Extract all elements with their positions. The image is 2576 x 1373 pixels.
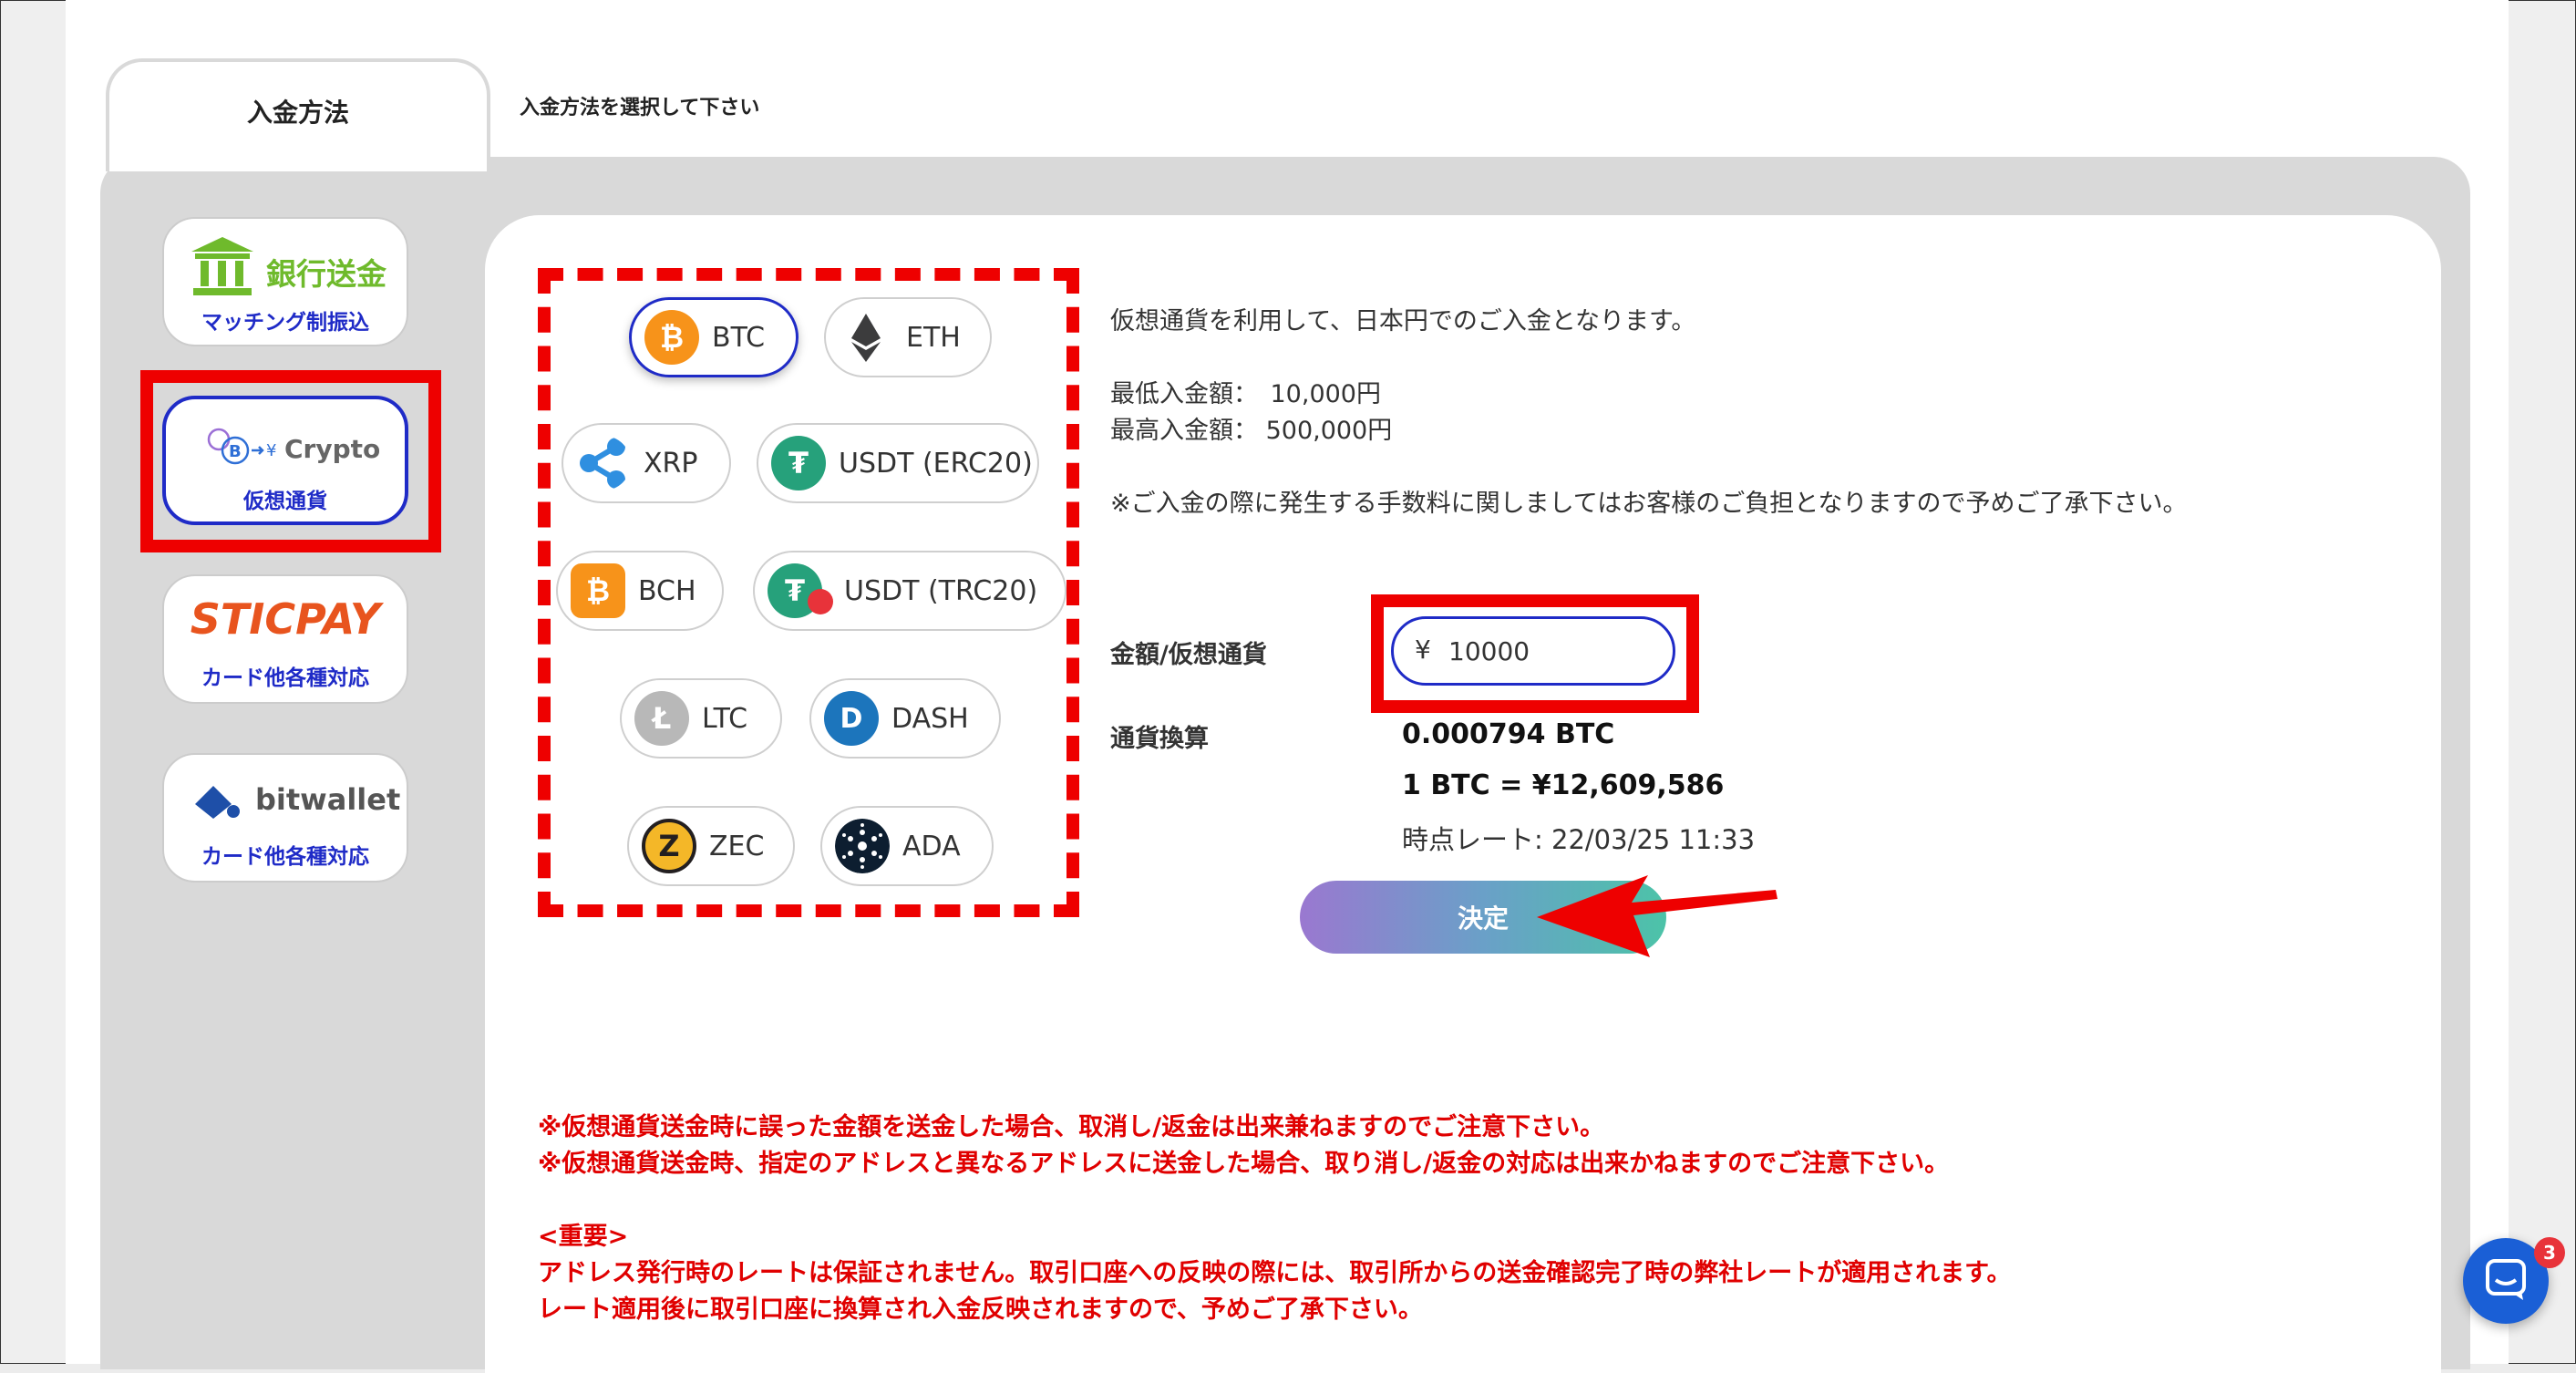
coin-label: USDT (ERC20) xyxy=(839,447,1033,480)
crypto-coins-icon: B ¥ xyxy=(207,428,276,465)
sidebar-item-sticpay[interactable]: STICPAY カード他各種対応 xyxy=(162,574,408,704)
coin-usdt-erc20-button[interactable]: ₮ USDT (ERC20) xyxy=(757,423,1039,503)
chat-unread-badge: 3 xyxy=(2534,1237,2565,1268)
intro-text: 仮想通貨を利用して、日本円でのご入金となります。 xyxy=(1110,307,1696,336)
tether-tron-icon: ₮ xyxy=(768,563,833,618)
sticpay-logo: STICPAY xyxy=(190,594,381,644)
coin-eth-button[interactable]: ETH xyxy=(824,297,992,377)
important-rate-note: アドレス発行時のレートは保証されません。取引口座への反映の際には、取引所からの送… xyxy=(538,1259,2012,1287)
amount-input[interactable] xyxy=(1391,616,1675,686)
converted-amount: 0.000794 BTC xyxy=(1402,718,1615,750)
sidebar-item-label: 仮想通貨 xyxy=(243,490,327,513)
tab-title: 入金方法 xyxy=(246,98,349,128)
coin-ada-button[interactable]: ADA xyxy=(820,806,994,886)
coin-label: DASH xyxy=(891,702,969,735)
sidebar-item-label: カード他各種対応 xyxy=(201,666,369,690)
coin-bch-button[interactable]: ₿ BCH xyxy=(556,551,724,631)
sidebar-item-crypto[interactable]: B ¥ Crypto 仮想通貨 xyxy=(162,396,408,525)
min-amount-text: 最低入金額： 10,000円 xyxy=(1110,380,1381,408)
zcash-icon: Z xyxy=(642,819,696,873)
coin-label: BTC xyxy=(712,321,766,354)
bank-logo-text: 銀行送金 xyxy=(266,256,386,292)
coin-label: XRP xyxy=(644,447,698,480)
important-reflection-note: レート適用後に取引口座に換算され入金反映されますので、予めご了承下さい。 xyxy=(538,1296,1423,1324)
important-heading: <重要> xyxy=(538,1223,629,1251)
currency-symbol: ¥ xyxy=(1415,635,1431,665)
bitcoin-icon: ₿ xyxy=(644,310,699,365)
coin-usdt-trc20-button[interactable]: ₮ USDT (TRC20) xyxy=(753,551,1066,631)
crypto-logo-text: Crypto xyxy=(284,434,381,464)
coin-label: ADA xyxy=(902,830,961,862)
tether-icon: ₮ xyxy=(771,436,826,490)
coin-label: ETH xyxy=(906,321,961,354)
coin-zec-button[interactable]: Z ZEC xyxy=(627,806,795,886)
amount-label: 金額/仮想通貨 xyxy=(1110,641,1267,669)
svg-text:¥: ¥ xyxy=(266,441,276,460)
conversion-label: 通貨換算 xyxy=(1110,725,1209,753)
litecoin-icon: Ł xyxy=(634,691,689,746)
coin-label: USDT (TRC20) xyxy=(844,574,1038,607)
warning-wrong-address: ※仮想通貨送金時、指定のアドレスと異なるアドレスに送金した場合、取り消し/返金の… xyxy=(538,1150,1950,1178)
xrp-icon xyxy=(580,438,625,489)
exchange-rate: 1 BTC = ¥12,609,586 xyxy=(1402,769,1725,801)
tab-deposit-method[interactable]: 入金方法 xyxy=(106,58,490,171)
bank-icon xyxy=(191,237,253,295)
ethereum-icon xyxy=(851,314,881,362)
coin-dash-button[interactable]: D DASH xyxy=(809,678,1001,759)
bitwallet-icon xyxy=(195,786,240,819)
bitwallet-logo: bitwallet xyxy=(255,782,401,817)
chat-icon xyxy=(2486,1259,2526,1300)
sidebar-item-bank-transfer[interactable]: 銀行送金 マッチング制振込 xyxy=(162,217,408,346)
fee-note-text: ※ご入金の際に発生する手数料に関しましてはお客様のご負担となりますので予めご了承… xyxy=(1110,490,2188,518)
annotation-arrow-icon xyxy=(1537,875,1777,957)
coin-label: BCH xyxy=(638,574,696,607)
coin-label: ZEC xyxy=(709,830,765,862)
cardano-icon xyxy=(835,819,890,873)
coin-xrp-button[interactable]: XRP xyxy=(562,423,731,503)
tab-hint: 入金方法を選択して下さい xyxy=(520,97,760,119)
coin-btc-button[interactable]: ₿ BTC xyxy=(629,297,799,377)
sidebar-item-bitwallet[interactable]: bitwallet カード他各種対応 xyxy=(162,753,408,883)
svg-text:B: B xyxy=(229,442,242,461)
bitcoin-cash-icon: ₿ xyxy=(571,563,625,618)
rate-timestamp: 時点レート: 22/03/25 11:33 xyxy=(1402,824,1756,855)
warning-wrong-amount: ※仮想通貨送金時に誤った金額を送金した場合、取消し/返金は出来兼ねますのでご注意… xyxy=(538,1113,1605,1141)
sidebar-item-label: カード他各種対応 xyxy=(201,845,369,869)
coin-label: LTC xyxy=(702,702,748,735)
sidebar-item-label: マッチング制振込 xyxy=(201,311,369,335)
coin-ltc-button[interactable]: Ł LTC xyxy=(620,678,782,759)
dash-icon: D xyxy=(824,691,879,746)
max-amount-text: 最高入金額： 500,000円 xyxy=(1110,417,1393,445)
